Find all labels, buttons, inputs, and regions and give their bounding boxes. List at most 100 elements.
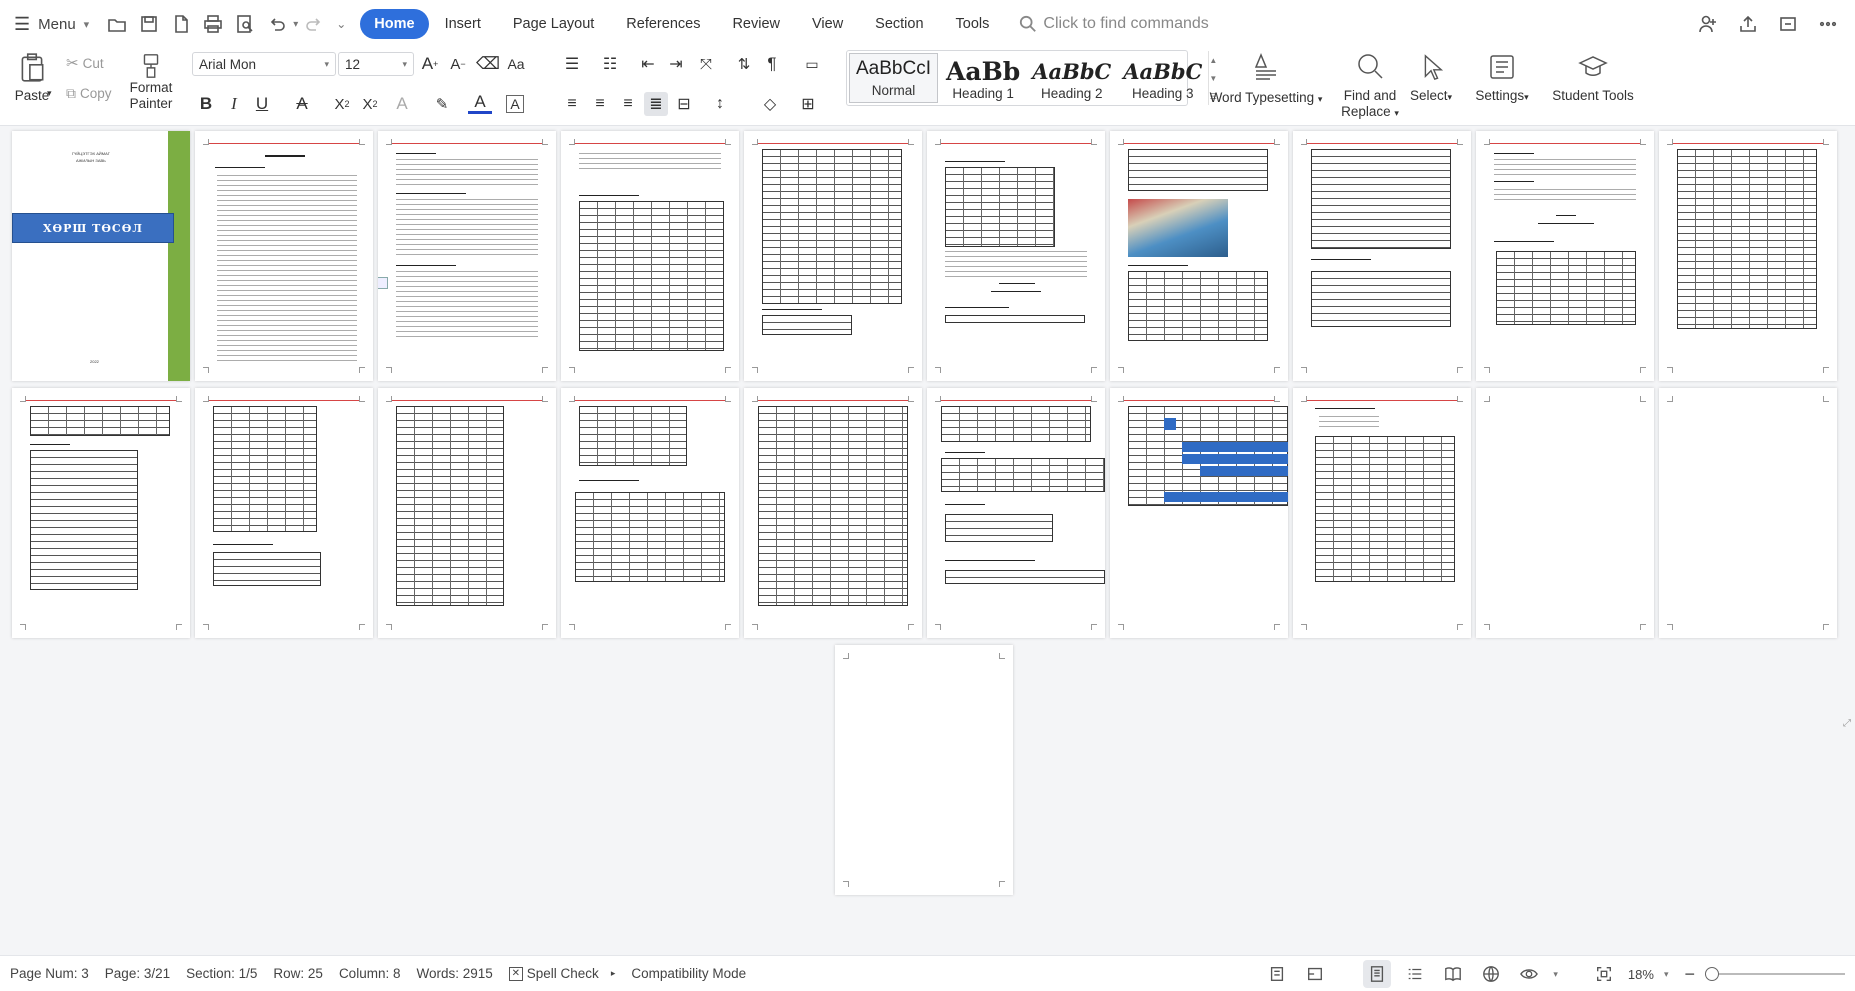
- subscript-icon[interactable]: X2: [358, 92, 382, 116]
- decrease-indent-icon[interactable]: ⇤: [636, 52, 660, 76]
- command-search[interactable]: Click to find commands: [1019, 15, 1209, 33]
- tab-home[interactable]: Home: [360, 9, 429, 39]
- undo-icon[interactable]: [263, 10, 291, 38]
- style-heading-2[interactable]: AaBbC Heading 2: [1026, 51, 1117, 105]
- fit-page-icon[interactable]: [1590, 960, 1618, 988]
- page-13[interactable]: [378, 388, 556, 638]
- ruler-icon[interactable]: ▭: [800, 52, 824, 76]
- page-1-cover[interactable]: ГҮЙЦЭТГЭХ АЙМАГ АЖИЛЫН ЗАВЬ ХӨРШ ТӨСӨЛ 2…: [12, 131, 190, 381]
- menu-button[interactable]: ☰ Menu ▾: [14, 14, 89, 35]
- outline-view-icon[interactable]: [1401, 960, 1429, 988]
- numbering-icon[interactable]: ☷: [598, 52, 622, 76]
- align-center-icon[interactable]: ≡: [588, 92, 612, 116]
- font-color-icon[interactable]: A: [468, 92, 492, 114]
- copy-button[interactable]: ⧉ Copy: [66, 85, 112, 102]
- zoom-level[interactable]: 18%: [1628, 967, 1654, 982]
- redo-icon[interactable]: [300, 10, 328, 38]
- page-10[interactable]: [1659, 131, 1837, 381]
- page-14[interactable]: [561, 388, 739, 638]
- zoom-slider-knob[interactable]: [1705, 967, 1719, 981]
- tab-review[interactable]: Review: [716, 9, 796, 39]
- page-12[interactable]: [195, 388, 373, 638]
- increase-indent-icon[interactable]: ⇥: [664, 52, 688, 76]
- tab-references[interactable]: References: [610, 9, 716, 39]
- select-button[interactable]: Select▾: [1406, 52, 1456, 105]
- undo-dropdown-icon[interactable]: ▾: [293, 19, 298, 30]
- eye-protection-icon[interactable]: [1515, 960, 1543, 988]
- text-effect-icon[interactable]: A: [390, 92, 414, 116]
- cut-button[interactable]: ✂ Cut: [66, 54, 104, 72]
- share-icon[interactable]: [1733, 10, 1763, 38]
- page-16[interactable]: [927, 388, 1105, 638]
- minimize-ribbon-icon[interactable]: [1773, 10, 1803, 38]
- status-words[interactable]: Words: 2915: [416, 966, 492, 981]
- page-8[interactable]: [1293, 131, 1471, 381]
- tab-page-layout[interactable]: Page Layout: [497, 9, 610, 39]
- clear-format-icon[interactable]: ⌫: [476, 52, 500, 76]
- page-18[interactable]: [1293, 388, 1471, 638]
- save-icon[interactable]: [135, 10, 163, 38]
- status-section[interactable]: Section: 1/5: [186, 966, 257, 981]
- page-7[interactable]: [1110, 131, 1288, 381]
- font-name-select[interactable]: Arial Mon ▾: [192, 52, 336, 76]
- spell-check-button[interactable]: ✕ Spell Check ▸: [508, 966, 615, 981]
- paste-options-icon[interactable]: [378, 277, 388, 289]
- status-row[interactable]: Row: 25: [273, 966, 323, 981]
- page-2[interactable]: [195, 131, 373, 381]
- align-right-icon[interactable]: ≡: [616, 92, 640, 116]
- page-20[interactable]: [1659, 388, 1837, 638]
- document-thumbnail-view[interactable]: ГҮЙЦЭТГЭХ АЙМАГ АЖИЛЫН ЗАВЬ ХӨРШ ТӨСӨЛ 2…: [0, 127, 1855, 955]
- show-marks-icon[interactable]: ¶: [760, 52, 784, 76]
- bullets-icon[interactable]: ☰: [560, 52, 584, 76]
- settings-button[interactable]: Settings▾: [1472, 52, 1532, 105]
- page-11[interactable]: [12, 388, 190, 638]
- customize-toolbar-icon[interactable]: ⌄: [336, 17, 346, 31]
- add-user-icon[interactable]: [1693, 10, 1723, 38]
- status-page-num[interactable]: Page Num: 3: [10, 966, 89, 981]
- word-typesetting-button[interactable]: Word Typesetting ▾: [1206, 52, 1326, 107]
- text-direction-icon[interactable]: ⤧: [694, 52, 718, 76]
- page-21[interactable]: [835, 645, 1013, 895]
- highlight-icon[interactable]: ✎: [430, 92, 454, 116]
- chevron-down-icon[interactable]: ▾: [1553, 969, 1558, 980]
- underline-icon[interactable]: U: [250, 92, 274, 116]
- style-heading-1[interactable]: AaBb Heading 1: [940, 51, 1026, 105]
- page-15[interactable]: [744, 388, 922, 638]
- tab-tools[interactable]: Tools: [940, 9, 1006, 39]
- tab-view[interactable]: View: [796, 9, 859, 39]
- page-17-gantt[interactable]: [1110, 388, 1288, 638]
- find-replace-button[interactable]: Find and Replace ▾: [1338, 52, 1402, 121]
- font-size-select[interactable]: 12 ▾: [338, 52, 414, 76]
- justify-icon[interactable]: ≣: [644, 92, 668, 116]
- zoom-out-icon[interactable]: −: [1684, 964, 1695, 985]
- tab-insert[interactable]: Insert: [429, 9, 497, 39]
- distributed-icon[interactable]: ⊟: [672, 92, 696, 116]
- open-folder-icon[interactable]: [103, 10, 131, 38]
- page-4[interactable]: [561, 131, 739, 381]
- vertical-scrollbar[interactable]: ⤢: [1843, 128, 1853, 954]
- italic-icon[interactable]: I: [222, 92, 246, 116]
- page-view-icon[interactable]: [1363, 960, 1392, 988]
- page-19[interactable]: [1476, 388, 1654, 638]
- style-normal[interactable]: AaBbCcI Normal: [849, 53, 938, 103]
- student-tools-button[interactable]: Student Tools: [1550, 52, 1636, 104]
- grow-font-icon[interactable]: A +: [418, 52, 442, 76]
- zoom-slider[interactable]: [1705, 967, 1845, 981]
- page-5[interactable]: [744, 131, 922, 381]
- web-view-icon[interactable]: [1477, 960, 1505, 988]
- sort-icon[interactable]: ⇅: [732, 52, 756, 76]
- borders-icon[interactable]: ⊞: [796, 92, 820, 116]
- status-page[interactable]: Page: 3/21: [105, 966, 170, 981]
- tab-section[interactable]: Section: [859, 9, 939, 39]
- page-3[interactable]: [378, 131, 556, 381]
- more-options-icon[interactable]: [1813, 10, 1843, 38]
- page-9[interactable]: [1476, 131, 1654, 381]
- shrink-font-icon[interactable]: A −: [446, 52, 470, 76]
- track-changes-icon[interactable]: [1263, 960, 1291, 988]
- read-mode-icon[interactable]: [1301, 960, 1329, 988]
- format-painter-button[interactable]: Format Painter: [126, 52, 176, 112]
- shading-icon[interactable]: ◇: [758, 92, 782, 116]
- reading-view-icon[interactable]: [1439, 960, 1467, 988]
- align-left-icon[interactable]: ≡: [560, 92, 584, 116]
- print-icon[interactable]: [199, 10, 227, 38]
